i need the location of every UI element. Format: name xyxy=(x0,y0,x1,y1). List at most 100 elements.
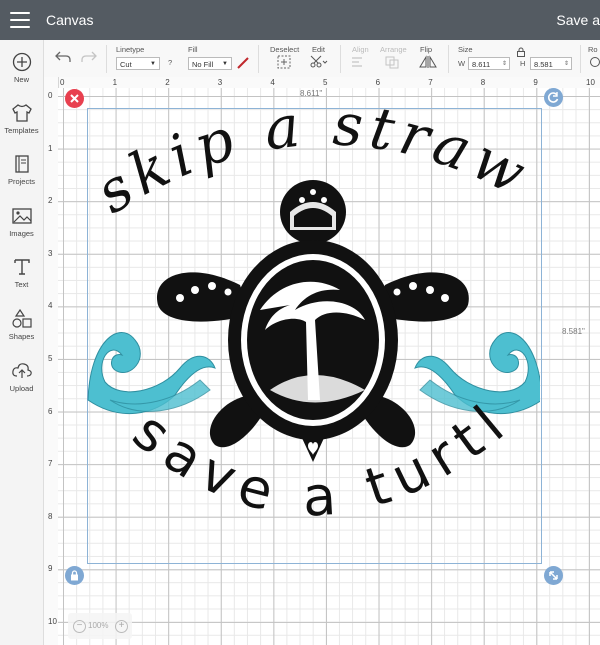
close-icon xyxy=(70,94,79,103)
menu-icon[interactable] xyxy=(10,12,30,28)
size-label: Size xyxy=(458,45,473,54)
lock-handle[interactable] xyxy=(65,566,84,585)
text-icon xyxy=(13,259,30,275)
height-input[interactable]: 8.581 ⇕ xyxy=(530,57,572,70)
rotate-icon[interactable] xyxy=(588,55,600,69)
ruler-tick-label: 10 xyxy=(586,78,595,87)
flip-icon[interactable] xyxy=(418,55,438,69)
linetype-label: Linetype xyxy=(116,45,145,54)
resize-handle[interactable] xyxy=(544,566,563,585)
ruler-tick-label: 4 xyxy=(270,78,275,87)
fill-select[interactable]: No Fill ▼ xyxy=(188,57,232,70)
app-title: Canvas xyxy=(46,12,94,28)
sidebar-item-projects[interactable]: Projects xyxy=(0,154,43,186)
plus-circle-icon xyxy=(12,52,31,72)
ruler-tick-label: 6 xyxy=(48,406,53,416)
divider xyxy=(106,45,107,73)
ruler-tick-label: 4 xyxy=(48,301,53,311)
turtle-shape xyxy=(156,180,469,462)
pen-color-icon[interactable] xyxy=(236,56,250,70)
divider xyxy=(340,45,341,73)
arrange-icon[interactable] xyxy=(384,55,402,69)
height-label: H xyxy=(520,59,526,68)
ruler-tick-label: 0 xyxy=(48,91,53,100)
image-icon xyxy=(11,208,32,224)
undo-icon[interactable] xyxy=(54,50,72,64)
ruler-tick-label: 1 xyxy=(48,143,53,153)
align-icon[interactable] xyxy=(350,55,368,69)
ruler-tick-label: 6 xyxy=(375,78,381,87)
left-sidebar: New Templates Projects Images Text Shape… xyxy=(0,40,44,645)
ruler-tick-label: 8 xyxy=(48,511,53,521)
width-label: W xyxy=(458,59,466,68)
shapes-icon xyxy=(11,309,32,328)
fill-label: Fill xyxy=(188,45,198,54)
linetype-select[interactable]: Cut ▼ xyxy=(116,57,160,70)
lock-icon xyxy=(71,570,78,581)
chevron-down-icon: ▼ xyxy=(222,61,228,67)
divider xyxy=(258,45,259,73)
edit-toolbar: Linetype Cut ▼ ? Fill No Fill ▼ Deselect E… xyxy=(44,40,600,78)
sidebar-label: Projects xyxy=(7,177,36,186)
sidebar-label: Shapes xyxy=(8,332,35,341)
ruler-tick-label: 5 xyxy=(48,354,53,363)
ruler-tick-label: 2 xyxy=(48,196,53,206)
fill-value: No Fill xyxy=(192,60,214,69)
sidebar-item-text[interactable]: Text xyxy=(0,257,43,289)
ruler-tick-label: 10 xyxy=(48,617,57,626)
left-wave xyxy=(87,332,216,415)
ruler-tick-label: 5 xyxy=(323,78,328,87)
sidebar-label: New xyxy=(13,75,29,84)
rotate-handle[interactable] xyxy=(544,88,563,107)
edit-scissors-icon[interactable] xyxy=(310,55,328,69)
ruler-tick-label: 2 xyxy=(165,78,170,87)
ruler-tick-label: 3 xyxy=(48,248,53,258)
deselect-icon[interactable] xyxy=(277,55,291,69)
chevron-down-icon: ▼ xyxy=(150,61,156,67)
turtle-artwork[interactable]: skip a straw save a turtl xyxy=(80,100,540,570)
sidebar-item-templates[interactable]: Templates xyxy=(0,103,43,135)
ruler-tick-label: 9 xyxy=(48,564,53,574)
zoom-out-button[interactable]: − xyxy=(73,620,86,633)
ruler-tick-label: 9 xyxy=(533,78,538,87)
arrange-label: Arrange xyxy=(380,45,407,54)
sidebar-item-shapes[interactable]: Shapes xyxy=(0,309,43,341)
divider xyxy=(448,45,449,73)
sidebar-item-images[interactable]: Images xyxy=(0,206,43,238)
rotate-label: Ro xyxy=(588,45,598,54)
rotate-icon xyxy=(547,92,559,103)
zoom-in-button[interactable]: + xyxy=(115,620,128,633)
flip-label: Flip xyxy=(420,45,433,54)
stepper-icon[interactable]: ⇕ xyxy=(564,58,569,71)
width-dimension: 8.611" xyxy=(300,89,323,98)
tshirt-icon xyxy=(11,104,32,122)
ruler-tick-label: 1 xyxy=(112,78,118,87)
width-input[interactable]: 8.611 ⇕ xyxy=(468,57,510,70)
vertical-ruler: 0 1 2 3 4 5 6 7 8 9 10 xyxy=(44,77,59,645)
linetype-value: Cut xyxy=(120,60,132,69)
height-dimension: 8.581" xyxy=(562,327,585,336)
sidebar-item-upload[interactable]: Upload xyxy=(0,361,43,393)
sidebar-label: Templates xyxy=(4,126,39,135)
align-label: Align xyxy=(352,45,369,54)
help-icon[interactable]: ? xyxy=(168,58,172,67)
sidebar-label: Upload xyxy=(9,384,34,393)
ruler-tick-label: 0 xyxy=(60,78,65,87)
zoom-control: − 100% + xyxy=(68,613,132,639)
redo-icon[interactable] xyxy=(80,50,98,64)
stepper-icon[interactable]: ⇕ xyxy=(502,58,507,71)
delete-handle[interactable] xyxy=(65,89,84,108)
width-value: 8.611 xyxy=(472,60,491,69)
ruler-tick-label: 7 xyxy=(428,78,433,87)
lock-icon[interactable] xyxy=(516,47,526,57)
zoom-level: 100% xyxy=(88,621,109,630)
sidebar-label: Text xyxy=(14,280,29,289)
resize-icon xyxy=(549,571,558,580)
ruler-tick-label: 3 xyxy=(217,78,223,87)
ruler-tick-label: 8 xyxy=(480,78,486,87)
deselect-label: Deselect xyxy=(270,45,300,54)
edit-label: Edit xyxy=(312,45,325,54)
sidebar-item-new[interactable]: New xyxy=(0,52,43,84)
save-button[interactable]: Save a xyxy=(556,12,600,28)
divider xyxy=(580,45,581,73)
